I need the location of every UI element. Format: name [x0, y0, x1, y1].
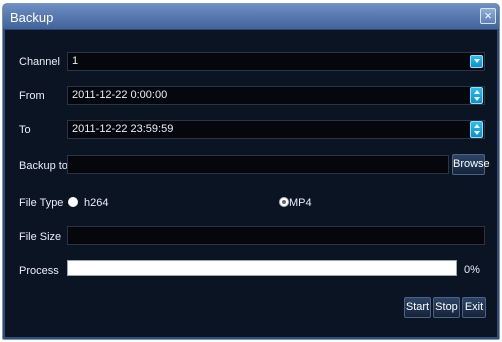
stop-button[interactable]: Stop [433, 297, 460, 318]
spin-up-icon [474, 90, 480, 94]
dialog-title: Backup [10, 10, 54, 25]
backup-dialog: Backup × Channel 1 From 2011-12-22 0:00:… [2, 3, 500, 340]
start-button[interactable]: Start [404, 297, 431, 318]
progress-percent: 0% [464, 264, 480, 276]
close-icon: × [484, 8, 492, 23]
spin-up-icon [474, 124, 480, 128]
file-type-label: File Type [19, 197, 64, 209]
from-spin-button[interactable] [470, 87, 483, 104]
to-label: To [19, 124, 31, 136]
file-size-field [67, 226, 485, 245]
to-value: 2011-12-22 23:59:59 [72, 123, 174, 135]
browse-button[interactable]: Browse [452, 154, 490, 175]
process-label: Process [19, 265, 59, 277]
exit-button[interactable]: Exit [462, 297, 486, 318]
from-datetime-field[interactable]: 2011-12-22 0:00:00 [67, 86, 485, 105]
from-label: From [19, 90, 45, 102]
spin-down-icon [474, 131, 480, 135]
channel-select[interactable]: 1 [67, 52, 485, 71]
radio-h264-label[interactable]: h264 [84, 197, 108, 209]
radio-h264[interactable] [68, 197, 78, 207]
channel-label: Channel [19, 56, 60, 68]
file-size-label: File Size [19, 231, 62, 243]
radio-mp4[interactable] [279, 197, 289, 207]
to-spin-button[interactable] [470, 121, 483, 138]
progress-bar [67, 260, 457, 276]
channel-dropdown-button[interactable] [470, 55, 483, 68]
backup-to-label: Backup to [19, 160, 68, 172]
backup-path-field[interactable] [67, 155, 449, 174]
channel-value: 1 [72, 55, 79, 67]
radio-mp4-label[interactable]: MP4 [289, 197, 312, 209]
from-value: 2011-12-22 0:00:00 [72, 89, 168, 101]
chevron-down-icon [474, 59, 480, 63]
spin-down-icon [474, 97, 480, 101]
title-bar[interactable]: Backup × [3, 4, 499, 30]
to-datetime-field[interactable]: 2011-12-22 23:59:59 [67, 120, 485, 139]
close-button[interactable]: × [480, 8, 496, 24]
